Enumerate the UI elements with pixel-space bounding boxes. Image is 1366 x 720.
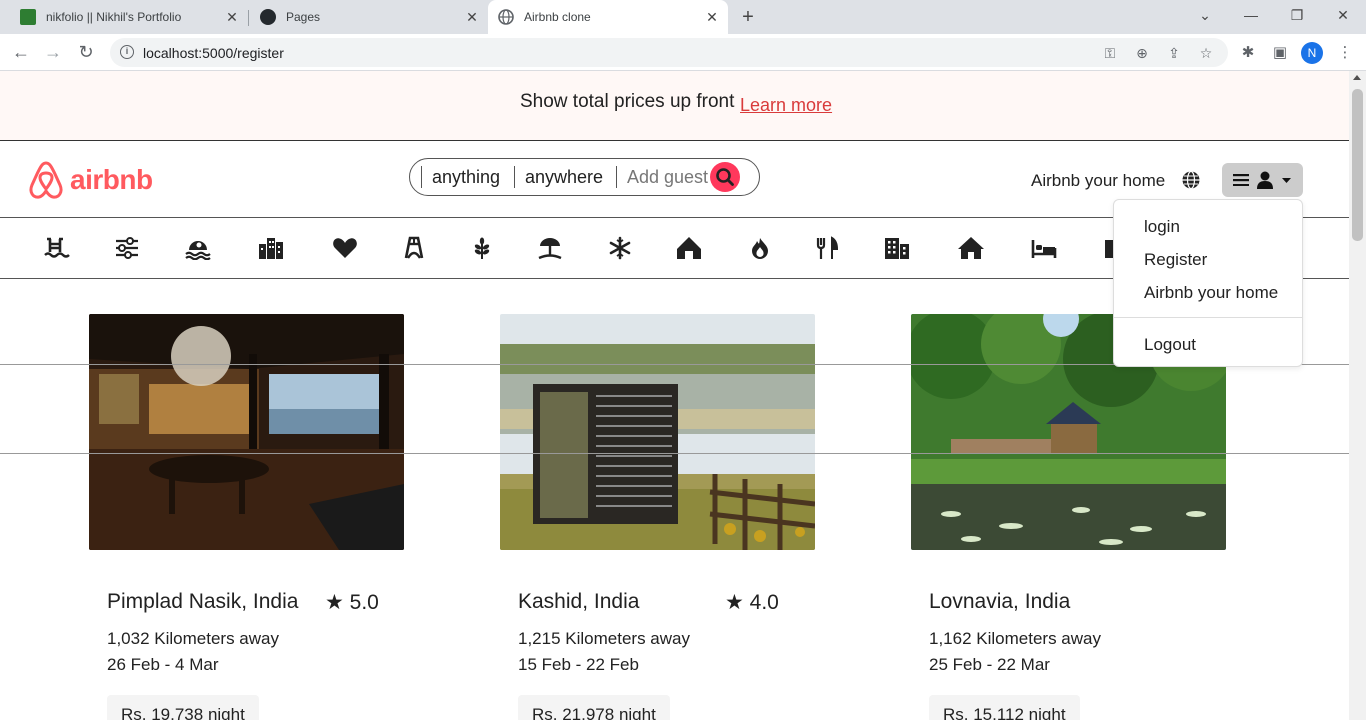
cabin-icon[interactable] bbox=[676, 236, 702, 260]
restore-window-button[interactable]: ❐ bbox=[1274, 0, 1320, 30]
divider-line bbox=[0, 453, 1349, 454]
listing-dates: 26 Feb - 4 Mar bbox=[107, 655, 219, 674]
close-tab-icon[interactable]: ✕ bbox=[704, 9, 720, 25]
url-text[interactable]: localhost:5000/register bbox=[143, 45, 284, 61]
menu-item-host-home[interactable]: Airbnb your home bbox=[1144, 283, 1278, 303]
listing-price: Rs. 15,112 night bbox=[929, 695, 1080, 720]
beach-icon[interactable] bbox=[185, 236, 211, 260]
tropical-icon[interactable] bbox=[537, 236, 563, 260]
bed-icon[interactable] bbox=[1031, 236, 1057, 260]
password-key-icon[interactable]: ⚿ bbox=[1100, 43, 1120, 63]
promo-banner: Show total prices up front Learn more bbox=[0, 71, 1349, 141]
menu-item-logout[interactable]: Logout bbox=[1144, 335, 1196, 355]
user-dropdown-menu: login Register Airbnb your home Logout bbox=[1113, 199, 1303, 367]
host-your-home-link[interactable]: Airbnb your home bbox=[1031, 171, 1165, 191]
listing-title[interactable]: Lovnavia, India bbox=[929, 590, 1070, 614]
user-menu-button[interactable] bbox=[1222, 163, 1303, 197]
user-avatar-icon bbox=[1257, 171, 1273, 189]
farm-icon[interactable] bbox=[469, 236, 495, 260]
github-favicon-icon bbox=[260, 9, 276, 25]
profile-avatar[interactable]: N bbox=[1301, 42, 1323, 64]
building-icon[interactable] bbox=[884, 236, 910, 260]
city-icon[interactable] bbox=[258, 236, 284, 260]
search-icon bbox=[716, 168, 734, 186]
browser-toolbar: ← → ↻ i localhost:5000/register ⚿ ⊕ ⇪ ☆ … bbox=[0, 34, 1366, 71]
language-globe-icon[interactable] bbox=[1181, 170, 1201, 190]
tab-title: Airbnb clone bbox=[524, 10, 591, 24]
bridge-icon[interactable] bbox=[401, 236, 427, 260]
menu-divider bbox=[1114, 317, 1302, 318]
forward-arrow-icon[interactable]: → bbox=[40, 39, 66, 65]
listing-title[interactable]: Kashid, India bbox=[518, 590, 639, 614]
portfolio-favicon-icon bbox=[20, 9, 36, 25]
scrollbar-thumb[interactable] bbox=[1352, 89, 1363, 241]
airbnb-logo[interactable]: airbnb bbox=[28, 160, 153, 200]
trending-icon[interactable] bbox=[747, 236, 773, 260]
page-scrollbar[interactable] bbox=[1349, 71, 1366, 720]
bookmark-star-icon[interactable]: ☆ bbox=[1196, 43, 1216, 63]
tab-title: nikfolio || Nikhil's Portfolio bbox=[46, 10, 182, 24]
listing-distance: 1,032 Kilometers away bbox=[107, 629, 279, 648]
learn-more-link[interactable]: Learn more bbox=[740, 95, 832, 116]
globe-favicon-icon bbox=[498, 9, 514, 25]
tab-search-icon[interactable]: ⌄ bbox=[1182, 0, 1228, 30]
listing-title[interactable]: Pimplad Nasik, India bbox=[107, 590, 298, 614]
listing-price: Rs. 19,738 night bbox=[107, 695, 259, 720]
zoom-icon[interactable]: ⊕ bbox=[1132, 43, 1152, 63]
browser-tab-pages[interactable]: Pages ✕ bbox=[248, 0, 488, 34]
browser-menu-icon[interactable]: ⋮ bbox=[1334, 42, 1356, 64]
heart-icon[interactable] bbox=[332, 236, 358, 260]
tab-title: Pages bbox=[286, 10, 321, 24]
pool-icon[interactable] bbox=[44, 236, 70, 260]
food-icon[interactable] bbox=[814, 236, 840, 260]
search-anywhere-field[interactable]: anywhere bbox=[514, 166, 603, 188]
menu-item-login[interactable]: login bbox=[1144, 217, 1180, 237]
back-arrow-icon[interactable]: ← bbox=[8, 39, 34, 65]
close-window-button[interactable]: ✕ bbox=[1320, 0, 1366, 30]
listing-rating: ★ 5.0 bbox=[325, 591, 379, 614]
listing-distance: 1,162 Kilometers away bbox=[929, 629, 1101, 648]
reload-icon[interactable]: ↻ bbox=[73, 39, 99, 65]
filters-icon[interactable] bbox=[114, 236, 140, 260]
listing-rating: ★ 4.0 bbox=[725, 591, 779, 614]
site-info-icon[interactable]: i bbox=[120, 45, 134, 59]
browser-tab-portfolio[interactable]: nikfolio || Nikhil's Portfolio ✕ bbox=[8, 0, 248, 34]
menu-item-register[interactable]: Register bbox=[1144, 250, 1207, 270]
hamburger-icon bbox=[1233, 174, 1249, 186]
add-guest-field[interactable]: Add guest bbox=[616, 166, 708, 188]
listing-photo-lakeside-cabin[interactable] bbox=[500, 314, 815, 550]
scroll-up-arrow-icon[interactable] bbox=[1353, 75, 1361, 80]
listing-distance: 1,215 Kilometers away bbox=[518, 629, 690, 648]
search-button[interactable] bbox=[710, 162, 740, 192]
listing-price: Rs. 21,978 night bbox=[518, 695, 670, 720]
new-tab-button[interactable]: + bbox=[737, 6, 759, 28]
close-tab-icon[interactable]: ✕ bbox=[224, 9, 240, 25]
airbnb-logo-icon bbox=[29, 161, 63, 199]
logo-wordmark: airbnb bbox=[70, 164, 153, 195]
listing-dates: 15 Feb - 22 Feb bbox=[518, 655, 639, 674]
listing-photo-veranda[interactable] bbox=[89, 314, 404, 550]
minimize-window-button[interactable]: — bbox=[1228, 0, 1274, 30]
search-anything-field[interactable]: anything bbox=[421, 166, 500, 188]
page-viewport: Show total prices up front Learn more ai… bbox=[0, 71, 1349, 720]
address-bar[interactable]: i localhost:5000/register ⚿ ⊕ ⇪ ☆ bbox=[110, 38, 1228, 67]
promo-text: Show total prices up front bbox=[520, 91, 735, 112]
home-icon[interactable] bbox=[958, 236, 984, 260]
search-bar[interactable]: anything anywhere Add guest bbox=[409, 158, 760, 196]
close-tab-icon[interactable]: ✕ bbox=[464, 9, 480, 25]
browser-tab-airbnb[interactable]: Airbnb clone ✕ bbox=[488, 0, 728, 34]
caret-down-icon bbox=[1282, 178, 1291, 183]
browser-tab-strip: nikfolio || Nikhil's Portfolio ✕ Pages ✕… bbox=[0, 0, 1366, 34]
extensions-puzzle-icon[interactable]: ✱ bbox=[1237, 42, 1259, 64]
snow-icon[interactable] bbox=[607, 236, 633, 260]
listing-dates: 25 Feb - 22 Mar bbox=[929, 655, 1050, 674]
share-icon[interactable]: ⇪ bbox=[1164, 43, 1184, 63]
side-panel-icon[interactable]: ▣ bbox=[1269, 42, 1291, 64]
